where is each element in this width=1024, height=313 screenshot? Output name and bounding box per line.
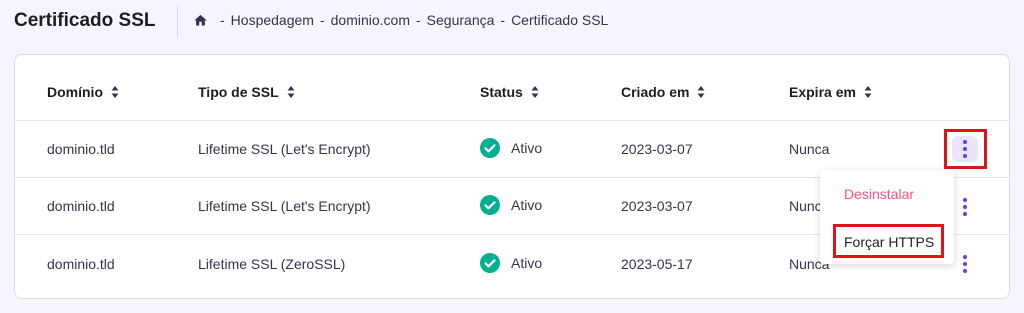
row-divider: [15, 120, 1009, 121]
check-circle-icon: [480, 138, 500, 158]
check-circle-icon: [480, 253, 500, 273]
sort-icon[interactable]: [697, 86, 705, 98]
cell-ssl-type: Lifetime SSL (Let's Encrypt): [198, 198, 371, 214]
home-icon[interactable]: [193, 13, 208, 28]
breadcrumb: - Hospedagem - dominio.com - Segurança -…: [193, 12, 608, 28]
row-actions-button[interactable]: [952, 251, 978, 277]
row-actions-button[interactable]: [952, 194, 978, 220]
page-header: Certificado SSL - Hospedagem - dominio.c…: [0, 0, 1024, 44]
column-header-label: Criado em: [621, 84, 690, 100]
breadcrumb-item-hospedagem[interactable]: Hospedagem: [231, 12, 314, 28]
cell-expires: Nunca: [789, 141, 830, 157]
breadcrumb-separator: -: [416, 12, 421, 28]
cell-domain: dominio.tld: [47, 141, 115, 157]
menu-item-force-https[interactable]: Forçar HTTPS: [844, 234, 934, 250]
cell-expires: Nunc: [789, 198, 822, 214]
column-header-status[interactable]: Status: [480, 84, 539, 100]
column-header-domain[interactable]: Domínio: [47, 84, 119, 100]
column-header-created[interactable]: Criado em: [621, 84, 705, 100]
cell-domain: dominio.tld: [47, 256, 115, 272]
breadcrumb-separator: -: [319, 12, 325, 28]
status-label: Ativo: [511, 140, 543, 156]
sort-icon[interactable]: [287, 86, 295, 98]
row-actions-button[interactable]: [952, 136, 978, 162]
cell-ssl-type: Lifetime SSL (Let's Encrypt): [198, 141, 371, 157]
column-header-label: Status: [480, 84, 523, 100]
more-vertical-icon: [963, 255, 967, 273]
breadcrumb-item-seguranca[interactable]: Segurança: [427, 12, 495, 28]
check-circle-icon: [480, 195, 500, 215]
breadcrumb-item-domain[interactable]: dominio.com: [331, 12, 410, 28]
cell-domain: dominio.tld: [47, 198, 115, 214]
cell-created: 2023-03-07: [621, 198, 693, 214]
status-label: Ativo: [511, 197, 543, 213]
cell-status: Ativo: [480, 195, 542, 215]
sort-icon[interactable]: [531, 86, 539, 98]
row-actions-menu: Desinstalar Forçar HTTPS: [820, 170, 954, 264]
breadcrumb-separator: -: [220, 12, 225, 28]
column-header-expires[interactable]: Expira em: [789, 84, 872, 100]
column-header-ssl-type[interactable]: Tipo de SSL: [198, 84, 295, 100]
cell-status: Ativo: [480, 253, 542, 273]
more-vertical-icon: [963, 198, 967, 216]
page-title: Certificado SSL: [14, 10, 156, 31]
column-header-label: Domínio: [47, 84, 103, 100]
sort-icon[interactable]: [111, 86, 119, 98]
breadcrumb-item-current: Certificado SSL: [511, 12, 609, 28]
column-header-label: Tipo de SSL: [198, 84, 279, 100]
cell-created: 2023-03-07: [621, 141, 693, 157]
cell-status: Ativo: [480, 138, 542, 158]
cell-ssl-type: Lifetime SSL (ZeroSSL): [198, 256, 346, 272]
menu-item-uninstall[interactable]: Desinstalar: [844, 186, 914, 202]
more-vertical-icon: [963, 140, 967, 158]
sort-icon[interactable]: [864, 86, 872, 98]
breadcrumb-separator: -: [500, 12, 506, 28]
header-divider: [177, 6, 178, 38]
status-label: Ativo: [511, 255, 543, 271]
column-header-label: Expira em: [789, 84, 856, 100]
cell-created: 2023-05-17: [621, 256, 693, 272]
